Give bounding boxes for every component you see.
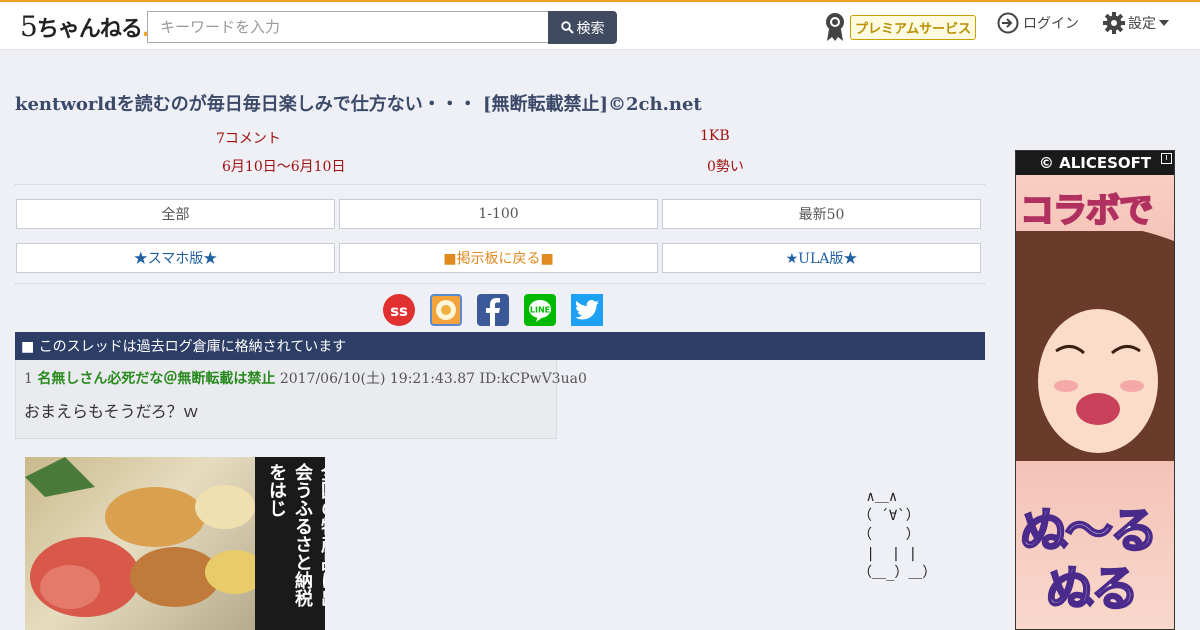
ad-slogan-2: ぬる [1045, 560, 1140, 618]
post-item: 1 名無しさん必死だな＠無断転載は禁止 2017/06/10(土) 19:21:… [15, 360, 587, 439]
search-button-label: 検索 [576, 20, 605, 37]
svg-text:ss: ss [390, 302, 408, 320]
thread-title: kentworldを読むのが毎日毎日楽しみで仕方ない・・・ [無断転載禁止]©2… [15, 94, 702, 115]
ad-text-panel: 全国の特産品に出会うふるさと納税をはじ [255, 457, 325, 630]
ad-headline: コラボで [1019, 190, 1154, 232]
nav-all-button[interactable]: 全部 [16, 199, 335, 229]
post-body: おまえらもそうだろ？ｗ [24, 402, 199, 421]
top-bar: 5ちゃんねる. 検索 プレミアムサービス ログイン 設定 [0, 0, 1200, 50]
login-icon [997, 12, 1019, 34]
caret-down-icon [1159, 20, 1169, 26]
nav-latest50-button[interactable]: 最新50 [662, 199, 981, 229]
app-icon[interactable] [430, 294, 462, 326]
poster-name: 名無しさん必死だな＠無断転載は禁止 [37, 371, 276, 387]
login-link[interactable]: ログイン [997, 12, 1079, 34]
twitter-icon[interactable] [571, 294, 603, 326]
divider [15, 184, 985, 185]
login-label: ログイン [1023, 16, 1079, 32]
gear-icon [1103, 12, 1125, 34]
ad-brand: © ALICESOFT [1016, 151, 1174, 175]
ss-icon[interactable]: ss [383, 294, 415, 326]
archive-notice: ■ このスレッドは過去ログ倉庫に格納されています [15, 332, 985, 360]
poster-id[interactable]: ID:kCPwV3ua0 [480, 371, 587, 387]
furusato-ad-banner[interactable]: 全国の特産品に出会うふるさと納税をはじ [25, 457, 325, 630]
svg-text:LINE: LINE [530, 306, 550, 315]
ascii-art: ∧＿∧ （ ´∀`） （ ） | | | （＿_）＿） [858, 489, 937, 581]
thread-size: 1KB [700, 128, 730, 144]
nav-1-100-button[interactable]: 1-100 [339, 199, 658, 229]
settings-menu[interactable]: 設定 [1103, 12, 1169, 34]
search-input[interactable] [147, 11, 549, 43]
smartphone-version-button[interactable]: ★スマホ版★ [16, 243, 335, 273]
search-button[interactable]: 検索 [548, 11, 617, 44]
settings-label: 設定 [1128, 16, 1156, 32]
divider [15, 283, 985, 284]
facebook-icon[interactable] [477, 294, 509, 326]
award-ribbon-icon [826, 13, 844, 41]
site-logo[interactable]: 5ちゃんねる. [20, 10, 150, 43]
post-number[interactable]: 1 [24, 371, 33, 387]
back-to-board-button[interactable]: ■掲示板に戻る■ [339, 243, 658, 273]
search-icon [560, 21, 574, 34]
ula-version-button[interactable]: ★ULA版★ [662, 243, 981, 273]
date-range: 6月10日〜6月10日 [222, 159, 346, 175]
alicesoft-ad-banner[interactable]: © ALICESOFT i コラボで ぬ〜る ぬる [1015, 150, 1175, 630]
ad-text: 全国の特産品に出会うふるさと納税をはじ [266, 463, 325, 607]
line-icon[interactable]: LINE [524, 294, 556, 326]
post-header: 1 名無しさん必死だな＠無断転載は禁止 2017/06/10(土) 19:21:… [24, 368, 587, 388]
post-date: 2017/06/10(土) 19:21:43.87 [279, 371, 476, 387]
premium-label: プレミアムサービス [850, 14, 977, 40]
ad-info-icon[interactable]: i [1161, 153, 1172, 164]
anime-girl-illustration [1016, 231, 1174, 461]
thread-momentum: 0勢い [707, 159, 744, 175]
premium-service-link[interactable]: プレミアムサービス [824, 12, 977, 42]
comment-count: 7コメント [216, 131, 281, 147]
